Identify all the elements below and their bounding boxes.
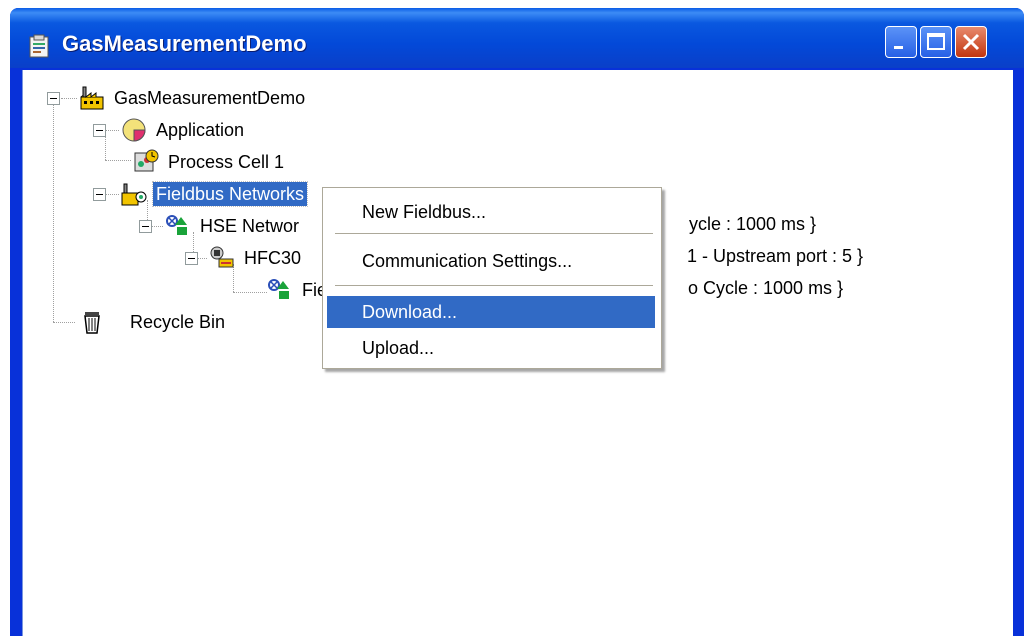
- tree-node-label: Application: [156, 120, 245, 140]
- tree-line: [105, 136, 106, 160]
- minimize-button[interactable]: [885, 26, 917, 58]
- menu-item-upload[interactable]: Upload...: [327, 332, 655, 364]
- network-icon: [166, 215, 187, 235]
- tree-node-recycle-bin[interactable]: Recycle Bin: [79, 309, 228, 335]
- app-icon: [29, 34, 49, 58]
- minimize-icon: [894, 46, 903, 49]
- tree-node-label: GasMeasurementDemo: [114, 88, 306, 108]
- tree-node-label: HSE Networ: [200, 216, 300, 236]
- pie-chart-icon: [122, 118, 146, 142]
- network-factory-icon: [121, 183, 147, 206]
- factory-icon: [80, 86, 104, 110]
- menu-separator: [335, 233, 653, 235]
- context-menu: New Fieldbus... Communication Settings..…: [322, 187, 662, 369]
- tree-node-process-cell[interactable]: Process Cell 1: [133, 149, 287, 175]
- title-bar[interactable]: GasMeasurementDemo: [10, 8, 1024, 68]
- maximize-button[interactable]: [920, 26, 952, 58]
- tree-node-fieldbus[interactable]: Fie: [267, 277, 330, 303]
- menu-item-download[interactable]: Download...: [327, 296, 655, 328]
- tree-line: [105, 130, 119, 131]
- tree-line: [53, 104, 54, 322]
- collapse-toggle-fieldbus-networks[interactable]: [93, 188, 106, 201]
- trash-icon: [84, 312, 100, 334]
- menu-item-new-fieldbus[interactable]: New Fieldbus...: [327, 196, 655, 228]
- close-button[interactable]: [955, 26, 987, 58]
- tree-node-fieldbus-networks[interactable]: Fieldbus Networks: [121, 181, 309, 207]
- close-icon: [962, 33, 980, 51]
- tree-node-detail: 1 - Upstream port : 5 }: [687, 246, 864, 266]
- tree-node-hse-network[interactable]: HSE Networ: [165, 213, 302, 239]
- tree-line: [61, 98, 77, 99]
- bridge-device-icon: [210, 246, 234, 268]
- collapse-toggle-root[interactable]: [47, 92, 60, 105]
- tree-line: [53, 322, 75, 323]
- tree-node-hfc[interactable]: HFC30: [209, 245, 304, 271]
- tree-node-label: HFC30: [244, 248, 302, 268]
- collapse-toggle-hse-network[interactable]: [139, 220, 152, 233]
- tree-line: [233, 292, 267, 293]
- menu-item-communication-settings[interactable]: Communication Settings...: [327, 245, 655, 277]
- tree-node-label: Fieldbus Networks: [151, 181, 309, 207]
- tree-line: [105, 194, 119, 195]
- window-title: GasMeasurementDemo: [62, 31, 307, 56]
- tree-node-application[interactable]: Application: [121, 117, 247, 143]
- menu-separator: [335, 285, 653, 287]
- maximize-icon: [927, 33, 945, 50]
- tree-node-root[interactable]: GasMeasurementDemo: [79, 85, 308, 111]
- tree-node-detail: ycle : 1000 ms }: [689, 214, 817, 234]
- tree-node-detail: o Cycle : 1000 ms }: [688, 278, 844, 298]
- collapse-toggle-hfc[interactable]: [185, 252, 198, 265]
- tree-line: [105, 160, 131, 161]
- tree-node-label: Recycle Bin: [130, 312, 226, 332]
- process-cell-icon: [134, 149, 159, 172]
- network-icon: [268, 279, 289, 299]
- collapse-toggle-application[interactable]: [93, 124, 106, 137]
- tree-node-label: Process Cell 1: [168, 152, 285, 172]
